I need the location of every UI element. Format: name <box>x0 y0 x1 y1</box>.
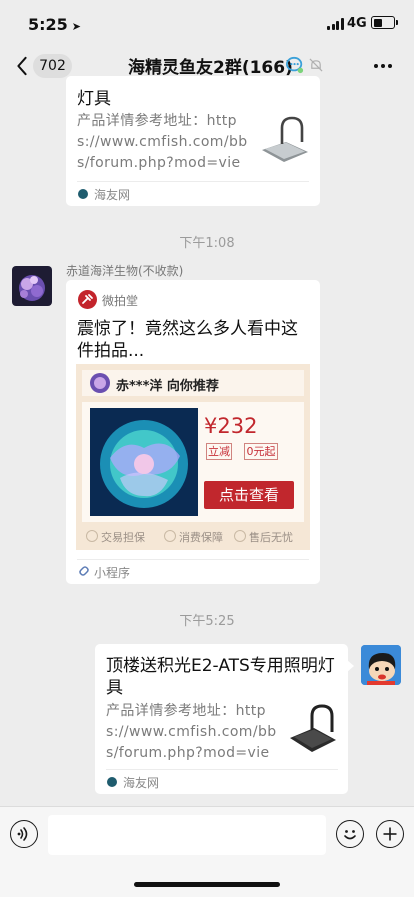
mini-program-card[interactable]: 微拍堂 震惊了！竟然这么多人看中这件拍品... 赤***洋 向你推荐 ¥232 … <box>66 280 320 584</box>
recommender-text: 赤***洋 向你推荐 <box>116 379 219 394</box>
weipaitang-logo-icon <box>78 290 97 309</box>
protection-feature: 消费保障 <box>164 529 223 545</box>
more-actions-button[interactable] <box>376 820 404 848</box>
auction-preview[interactable]: 赤***洋 向你推荐 ¥232 立减 0元起 点击查看 交易担保 消费保障 售后… <box>76 364 310 550</box>
cartoon-avatar-image <box>361 645 401 685</box>
status-time: 5:25 ➤ <box>28 15 82 34</box>
mini-program-brand: 微拍堂 <box>102 294 139 308</box>
emoji-button[interactable] <box>336 820 364 848</box>
link-card-top[interactable]: 灯具 产品详情参考地址：https://www.cmfish.com/bbs/f… <box>66 76 320 206</box>
plus-icon <box>383 827 397 841</box>
battery-icon <box>371 16 398 29</box>
back-unread-badge[interactable]: 702 <box>33 54 72 78</box>
sender-avatar[interactable] <box>12 266 52 306</box>
source-logo-icon <box>107 777 117 787</box>
home-indicator <box>134 882 280 887</box>
tag-start-price: 0元起 <box>244 443 278 460</box>
timestamp: 下午1:08 <box>179 236 235 251</box>
timestamp: 下午5:25 <box>179 614 235 629</box>
voice-button[interactable] <box>10 820 38 848</box>
my-avatar[interactable] <box>361 645 401 685</box>
source-logo-icon <box>78 189 88 199</box>
status-bar: 5:25 ➤ 4G <box>0 0 414 46</box>
link-card-title: 灯具 <box>77 89 111 109</box>
link-card-source: 海友网 <box>94 188 131 202</box>
protection-icon <box>164 530 176 542</box>
shield-icon <box>86 530 98 542</box>
link-card-desc: 产品详情参考地址：https://www.cmfish.com/bbs/foru… <box>106 703 277 761</box>
message-input[interactable] <box>48 815 326 855</box>
group-chat-status-icon <box>286 56 304 74</box>
link-card-mine[interactable]: 顶楼送积光E2-ATS专用照明灯具 产品详情参考地址：https://www.c… <box>95 644 348 794</box>
lamp-thumbnail <box>262 116 308 162</box>
mini-program-link-icon <box>79 566 89 576</box>
link-card-source: 海友网 <box>123 776 160 790</box>
coral-product-image <box>90 408 198 516</box>
mute-bell-icon <box>309 58 323 72</box>
mini-program-headline: 震惊了！竟然这么多人看中这件拍品... <box>77 319 298 361</box>
mini-program-label: 小程序 <box>94 566 131 580</box>
signal-icon <box>327 18 344 30</box>
aftersale-feature: 售后无忧 <box>234 529 293 545</box>
back-chevron-icon[interactable] <box>12 56 32 76</box>
bubble-tail <box>347 660 354 672</box>
location-arrow-icon: ➤ <box>71 20 82 33</box>
network-type: 4G <box>347 16 367 31</box>
link-card-desc: 产品详情参考地址：https://www.cmfish.com/bbs/foru… <box>77 113 248 171</box>
chat-title[interactable]: 海精灵鱼友2群(166) <box>128 53 358 78</box>
voice-icon <box>17 827 28 841</box>
tag-instant-discount: 立减 <box>206 443 232 460</box>
emoji-icon <box>344 830 356 840</box>
lamp-thumbnail <box>290 704 336 752</box>
sender-name: 赤道海洋生物(不收款) <box>66 264 184 278</box>
aftersale-icon <box>234 530 246 542</box>
coral-avatar-image <box>19 275 45 301</box>
recommender-avatar <box>90 373 110 393</box>
view-button[interactable]: 点击查看 <box>204 481 294 509</box>
link-card-title: 顶楼送积光E2-ATS专用照明灯具 <box>106 656 335 698</box>
price: ¥232 <box>204 414 258 438</box>
guarantee-feature: 交易担保 <box>86 529 145 545</box>
